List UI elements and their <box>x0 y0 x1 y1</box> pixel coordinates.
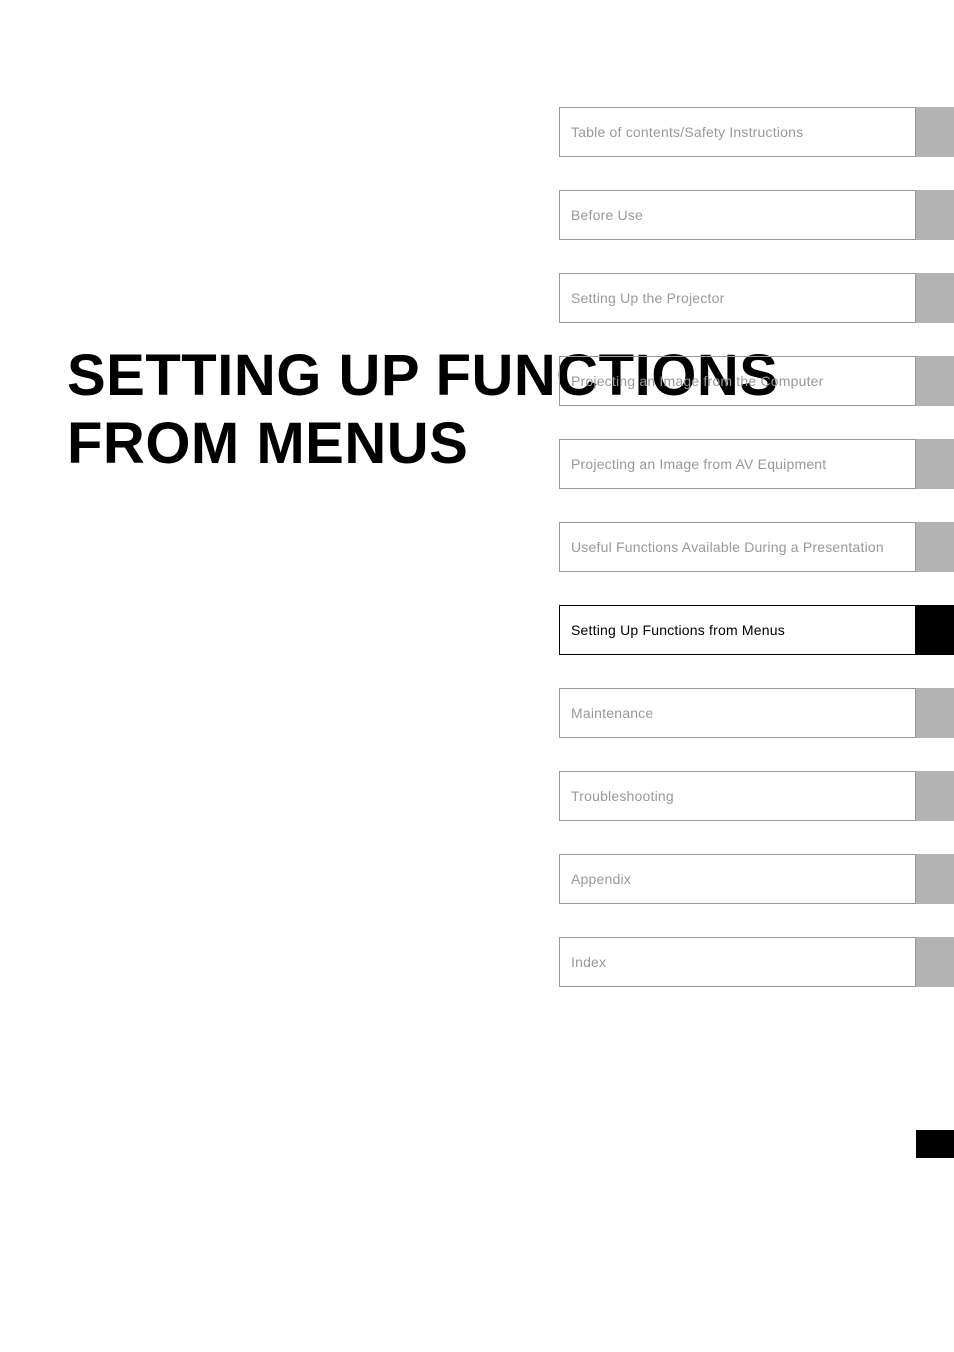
tab-appendix[interactable]: Appendix <box>559 854 954 904</box>
tab-edge-marker <box>916 190 954 240</box>
tab-edge-marker <box>916 356 954 406</box>
tab-edge-marker <box>916 771 954 821</box>
section-tabs: Table of contents/Safety Instructions Be… <box>559 107 954 1020</box>
tab-projecting-computer[interactable]: Projecting an Image from the Computer <box>559 356 954 406</box>
tab-label: Maintenance <box>559 688 916 738</box>
page-edge-marker <box>916 1130 954 1158</box>
tab-index[interactable]: Index <box>559 937 954 987</box>
tab-troubleshooting[interactable]: Troubleshooting <box>559 771 954 821</box>
tab-edge-marker <box>916 439 954 489</box>
tab-label: Setting Up the Projector <box>559 273 916 323</box>
tab-label: Table of contents/Safety Instructions <box>559 107 916 157</box>
tab-label: Troubleshooting <box>559 771 916 821</box>
tab-edge-marker <box>916 107 954 157</box>
tab-useful-functions[interactable]: Useful Functions Available During a Pres… <box>559 522 954 572</box>
tab-edge-marker <box>916 854 954 904</box>
tab-edge-marker <box>916 273 954 323</box>
tab-edge-marker <box>916 688 954 738</box>
tab-label: Appendix <box>559 854 916 904</box>
tab-label: Before Use <box>559 190 916 240</box>
tab-table-of-contents[interactable]: Table of contents/Safety Instructions <box>559 107 954 157</box>
tab-edge-marker <box>916 605 954 655</box>
tab-label: Index <box>559 937 916 987</box>
tab-label: Setting Up Functions from Menus <box>559 605 916 655</box>
tab-setting-up-functions[interactable]: Setting Up Functions from Menus <box>559 605 954 655</box>
tab-before-use[interactable]: Before Use <box>559 190 954 240</box>
tab-label: Projecting an Image from AV Equipment <box>559 439 916 489</box>
tab-edge-marker <box>916 522 954 572</box>
tab-edge-marker <box>916 937 954 987</box>
tab-projecting-av[interactable]: Projecting an Image from AV Equipment <box>559 439 954 489</box>
tab-label: Useful Functions Available During a Pres… <box>559 522 916 572</box>
tab-label: Projecting an Image from the Computer <box>559 356 916 406</box>
tab-maintenance[interactable]: Maintenance <box>559 688 954 738</box>
tab-setting-up-projector[interactable]: Setting Up the Projector <box>559 273 954 323</box>
